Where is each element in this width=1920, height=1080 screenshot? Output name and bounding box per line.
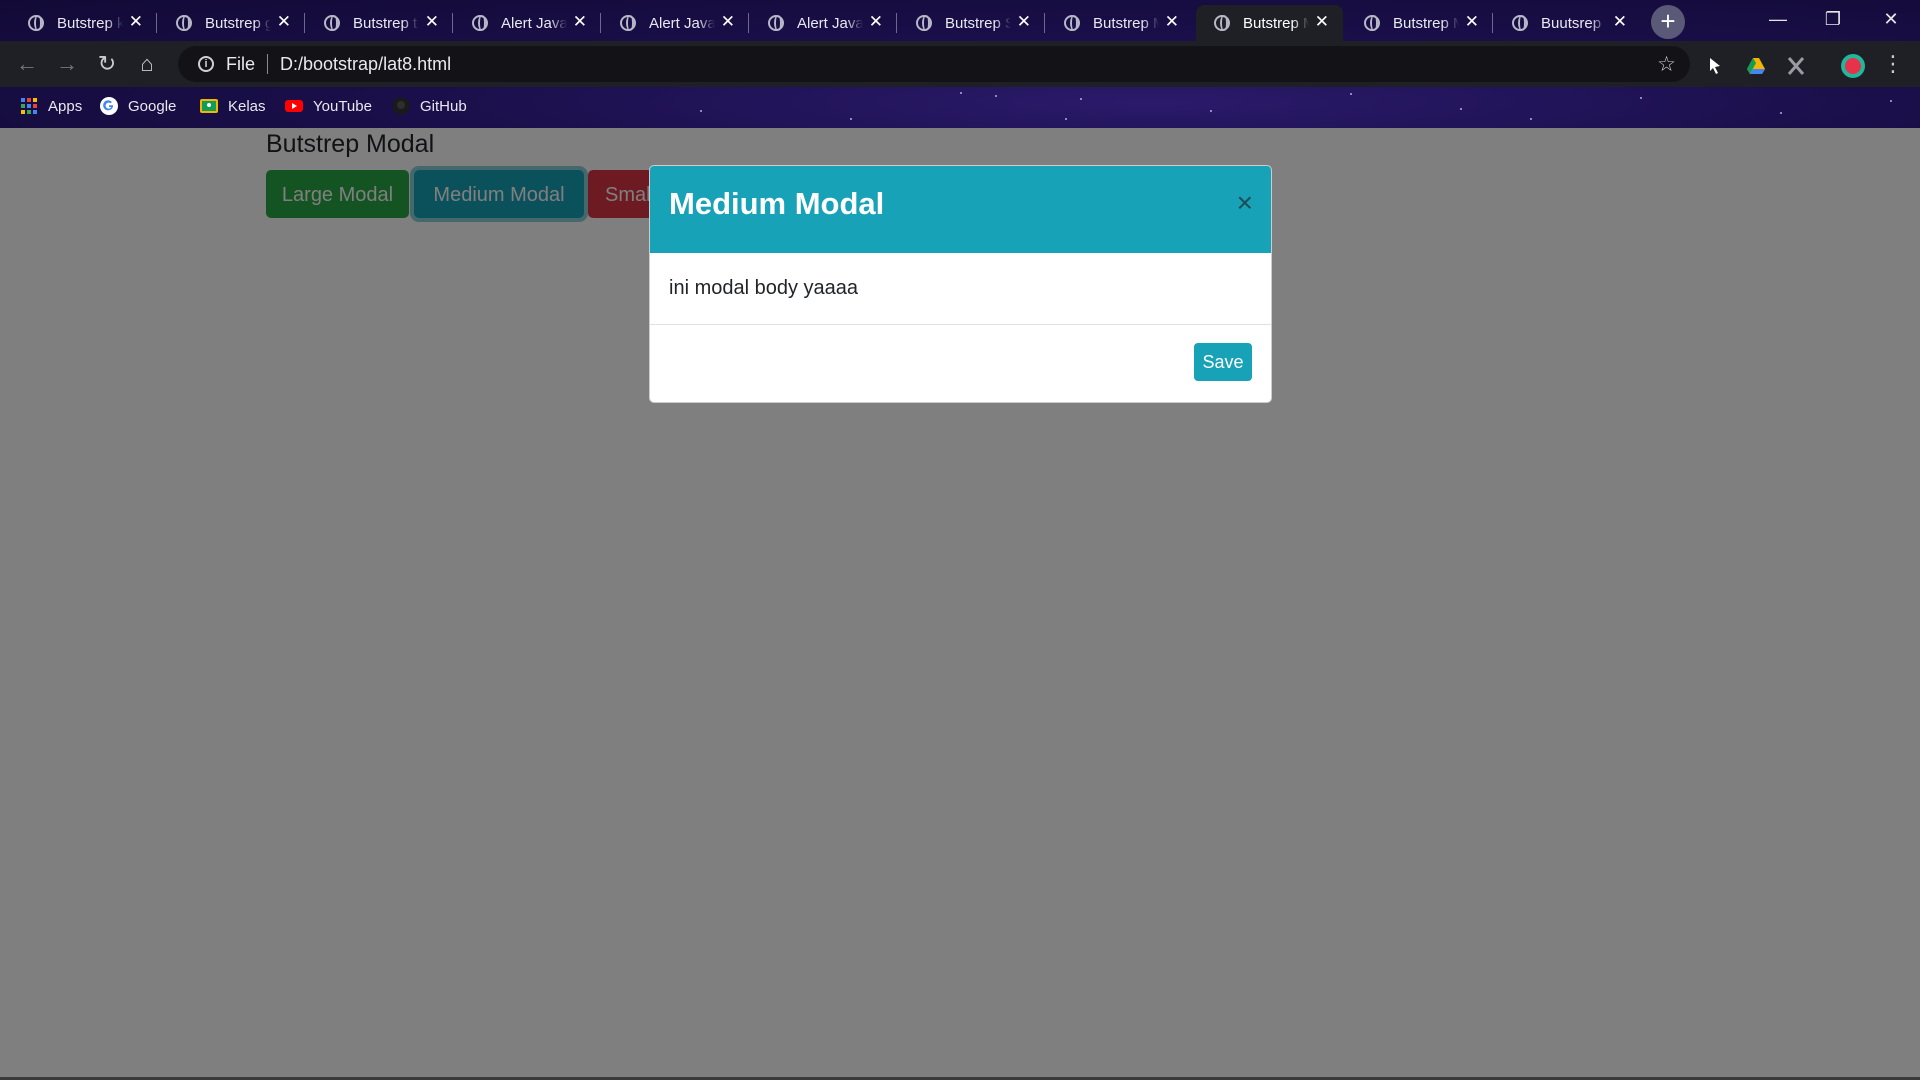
tab-title: Alert Java [649, 14, 715, 32]
bookmark-label: Kelas [228, 97, 266, 115]
bookmark-kelas[interactable]: Kelas [200, 97, 266, 115]
minimize-button[interactable]: — [1755, 4, 1801, 34]
tab-title: Butstrep t [353, 14, 418, 32]
home-button[interactable]: ⌂ [132, 49, 162, 79]
tab-title: Butstrep S [945, 14, 1011, 32]
browser-tab-active[interactable]: Butstrep M ✕ [1196, 5, 1343, 41]
tab-close-icon[interactable]: ✕ [721, 12, 735, 32]
tab-title: Butstrep M [1393, 14, 1459, 32]
tab-close-icon[interactable]: ✕ [1613, 12, 1627, 32]
window-close-button[interactable]: ✕ [1868, 4, 1914, 34]
github-icon [392, 97, 410, 115]
browser-tab[interactable]: Buutsrep ✕ [1494, 5, 1641, 41]
globe-icon [28, 15, 44, 31]
tab-strip: Butstrep k ✕ Butstrep g ✕ Butstrep t ✕ A… [0, 0, 1920, 41]
bookmarks-bar: Apps Google Kelas YouTube GitHub [0, 87, 1920, 128]
tab-close-icon[interactable]: ✕ [1465, 12, 1479, 32]
modal-body: ini modal body yaaaa [650, 253, 1271, 325]
back-button[interactable]: ← [12, 49, 42, 79]
address-url: D:/bootstrap/lat8.html [280, 53, 452, 74]
x-extension-icon[interactable] [1785, 55, 1807, 77]
save-button[interactable]: Save [1194, 343, 1252, 381]
tab-close-icon[interactable]: ✕ [425, 12, 439, 32]
apps-grid-icon [21, 98, 37, 114]
menu-icon[interactable]: ⋮ [1878, 49, 1908, 79]
forward-button[interactable]: → [52, 49, 82, 79]
bookmark-label: Google [128, 97, 177, 115]
browser-tab[interactable]: Alert Java ✕ [454, 5, 601, 41]
bookmark-apps[interactable]: Apps [20, 97, 82, 115]
globe-icon [1364, 15, 1380, 31]
reload-button[interactable]: ↻ [92, 49, 122, 79]
tab-close-icon[interactable]: ✕ [129, 12, 143, 32]
close-icon[interactable]: × [1237, 188, 1253, 218]
bookmark-label: GitHub [420, 97, 467, 115]
globe-icon [1064, 15, 1080, 31]
medium-modal-dialog: Medium Modal × ini modal body yaaaa Save [649, 165, 1272, 403]
browser-tab[interactable]: Alert Java ✕ [750, 5, 897, 41]
tab-title: Alert Java [797, 14, 863, 32]
globe-icon [472, 15, 488, 31]
drive-extension-icon[interactable] [1745, 55, 1767, 77]
browser-chrome: Butstrep k ✕ Butstrep g ✕ Butstrep t ✕ A… [0, 0, 1920, 128]
modal-footer: Save [650, 325, 1271, 402]
browser-tab[interactable]: Butstrep k ✕ [10, 5, 157, 41]
globe-icon [176, 15, 192, 31]
tab-title: Butstrep k [57, 14, 123, 32]
youtube-icon [285, 100, 303, 112]
address-bar[interactable]: i File D:/bootstrap/lat8.html ☆ [178, 46, 1690, 82]
tab-title: Butstrep g [205, 14, 271, 32]
modal-title: Medium Modal [669, 186, 885, 221]
tab-close-icon[interactable]: ✕ [573, 12, 587, 32]
info-icon[interactable]: i [198, 56, 214, 72]
modal-header: Medium Modal × [650, 166, 1271, 253]
bookmark-label: YouTube [313, 97, 372, 115]
tab-title: Alert Java [501, 14, 567, 32]
cursor-extension-icon[interactable] [1704, 55, 1726, 77]
globe-icon [1512, 15, 1528, 31]
globe-icon [1214, 15, 1230, 31]
browser-tab[interactable]: Butstrep t ✕ [306, 5, 453, 41]
profile-avatar-icon[interactable] [1840, 53, 1866, 79]
tab-title: Butstrep M [1243, 14, 1309, 32]
browser-toolbar: ← → ↻ ⌂ i File D:/bootstrap/lat8.html ☆ … [0, 41, 1920, 87]
tab-close-icon[interactable]: ✕ [1165, 12, 1179, 32]
browser-tab[interactable]: Alert Java ✕ [602, 5, 749, 41]
browser-tab[interactable]: Butstrep g ✕ [158, 5, 305, 41]
globe-icon [768, 15, 784, 31]
globe-icon [324, 15, 340, 31]
classroom-icon [200, 99, 218, 113]
modal-body-text: ini modal body yaaaa [669, 277, 859, 299]
bookmark-label: Apps [48, 97, 83, 115]
bookmark-github[interactable]: GitHub [392, 97, 467, 115]
tab-close-icon[interactable]: ✕ [1315, 12, 1329, 32]
bookmark-google[interactable]: Google [100, 97, 176, 115]
tab-title: Butstrep M [1093, 14, 1159, 32]
globe-icon [620, 15, 636, 31]
tab-close-icon[interactable]: ✕ [1017, 12, 1031, 32]
maximize-button[interactable]: ❐ [1810, 4, 1856, 34]
browser-tab[interactable]: Butstrep S ✕ [898, 5, 1045, 41]
bookmark-youtube[interactable]: YouTube [285, 97, 372, 115]
tab-title: Buutsrep [1541, 14, 1602, 32]
address-scheme-label: File [226, 53, 256, 74]
bookmark-star-icon[interactable]: ☆ [1657, 52, 1676, 77]
tab-close-icon[interactable]: ✕ [277, 12, 291, 32]
new-tab-button[interactable]: + [1651, 5, 1685, 39]
google-icon [100, 97, 118, 115]
browser-tab[interactable]: Butstrep M ✕ [1046, 5, 1193, 41]
tab-close-icon[interactable]: ✕ [869, 12, 883, 32]
globe-icon [916, 15, 932, 31]
browser-tab[interactable]: Butstrep M ✕ [1346, 5, 1493, 41]
